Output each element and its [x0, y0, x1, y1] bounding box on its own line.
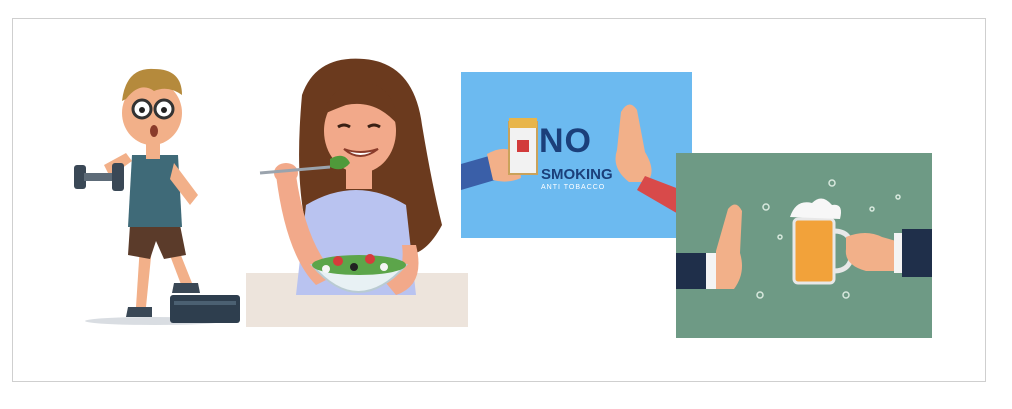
- woman-eating-salad-icon: [246, 58, 468, 327]
- poster-title: NO: [539, 122, 592, 160]
- poster-subtitle: SMOKING: [541, 166, 613, 183]
- person-lifting-dumbbell-icon: [74, 68, 240, 325]
- exercise-illustration: [70, 55, 250, 330]
- no-smoking-poster: NO SMOKING ANTI TOBACCO: [461, 72, 692, 238]
- healthy-eating-illustration: [246, 55, 468, 327]
- no-alcohol-illustration: [676, 153, 932, 338]
- refuse-beer-icon: [676, 153, 932, 338]
- poster-tagline: ANTI TOBACCO: [541, 184, 606, 191]
